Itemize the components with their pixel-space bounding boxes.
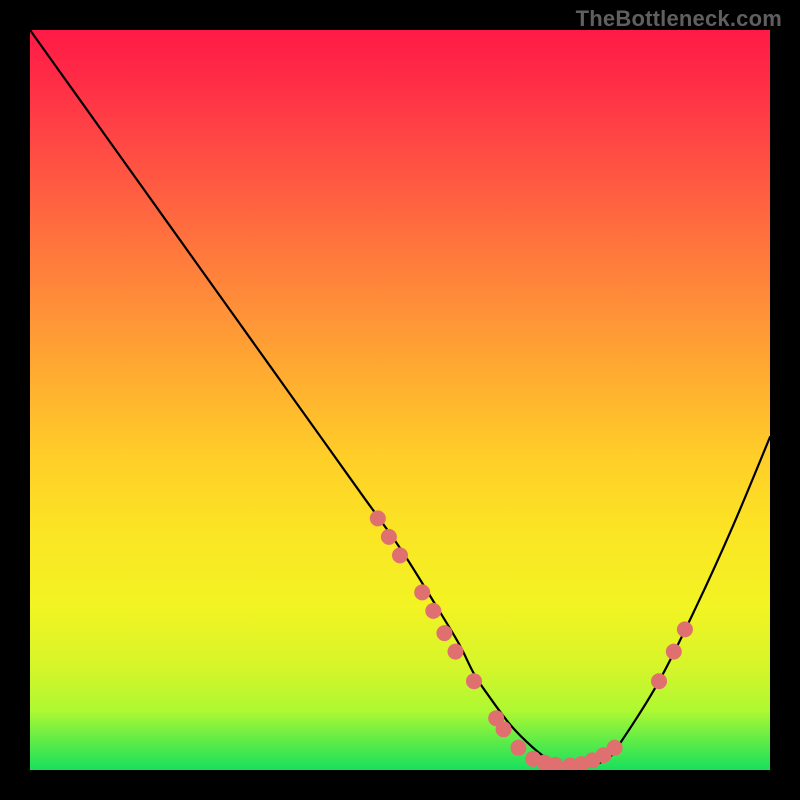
marker-layer xyxy=(370,510,693,770)
watermark-text: TheBottleneck.com xyxy=(576,6,782,32)
curve-marker xyxy=(607,740,623,756)
curve-marker xyxy=(496,721,512,737)
curve-marker xyxy=(448,644,464,660)
curve-svg xyxy=(30,30,770,770)
curve-marker xyxy=(466,673,482,689)
curve-marker xyxy=(381,529,397,545)
curve-marker xyxy=(392,547,408,563)
curve-marker xyxy=(666,644,682,660)
curve-marker xyxy=(425,603,441,619)
plot-area xyxy=(30,30,770,770)
curve-marker xyxy=(414,584,430,600)
curve-marker xyxy=(677,621,693,637)
chart-frame: TheBottleneck.com xyxy=(0,0,800,800)
bottleneck-curve xyxy=(30,30,770,767)
curve-marker xyxy=(436,625,452,641)
curve-layer xyxy=(30,30,770,767)
curve-marker xyxy=(370,510,386,526)
curve-marker xyxy=(510,740,526,756)
curve-marker xyxy=(651,673,667,689)
